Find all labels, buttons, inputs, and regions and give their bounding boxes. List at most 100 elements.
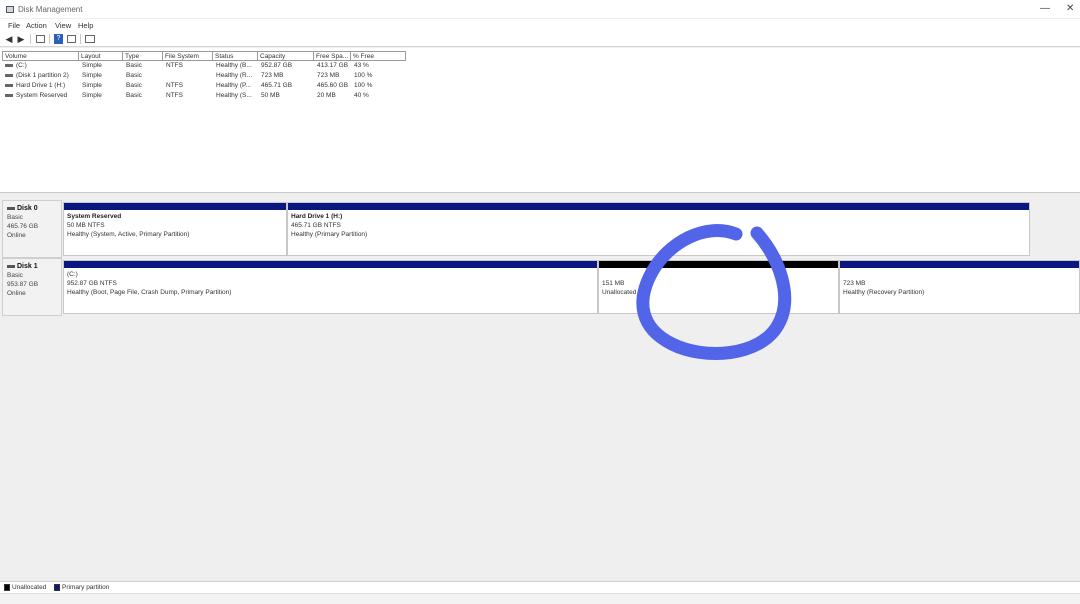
disk-row-disk-0: Disk 0 Basic 465.76 GB Online System Res… [2, 200, 1032, 258]
menu-help[interactable]: Help [78, 21, 93, 30]
properties-icon[interactable] [67, 35, 76, 43]
partition-color-bar [64, 261, 597, 268]
volume-cell: (Disk 1 partition 2) [2, 71, 79, 81]
table-row[interactable]: System Reserved Simple Basic NTFS Health… [2, 91, 406, 101]
partition-status: Healthy (System, Active, Primary Partiti… [67, 231, 190, 238]
table-row[interactable]: (Disk 1 partition 2) Simple Basic Health… [2, 71, 406, 81]
partition-details: 151 MB Unallocated [602, 279, 836, 297]
partition-recovery[interactable]: 723 MB Healthy (Recovery Partition) [839, 260, 1080, 314]
partition-status: Unallocated [602, 289, 637, 296]
volume-cell: Hard Drive 1 (H:) [2, 81, 79, 91]
partition-name: (C:) [67, 271, 78, 278]
partition-details: 723 MB Healthy (Recovery Partition) [843, 279, 1077, 297]
help-icon[interactable]: ? [54, 34, 63, 44]
partition-size: 151 MB [602, 280, 625, 287]
partition-details: Hard Drive 1 (H:) 465.71 GB NTFS Healthy… [291, 212, 1027, 239]
disk-label: Disk 0 [7, 204, 57, 213]
disk-type: Basic [7, 214, 23, 221]
volume-icon [5, 73, 13, 77]
title-bar: Disk Management — ✕ [0, 0, 1080, 19]
disk-type: Basic [7, 272, 23, 279]
volume-icon [5, 93, 13, 97]
partition-hard-drive-1[interactable]: Hard Drive 1 (H:) 465.71 GB NTFS Healthy… [287, 202, 1030, 256]
partition-size: 952.87 GB NTFS [67, 280, 117, 287]
disk-management-window: Disk Management — ✕ File Action View Hel… [0, 0, 1080, 604]
volume-icon [5, 83, 13, 87]
status-cell: Healthy (R... [216, 72, 253, 79]
layout-cell: Simple [82, 72, 102, 79]
file-system-cell: NTFS [166, 62, 183, 69]
layout-cell: Simple [82, 62, 102, 69]
table-row[interactable]: (C:) Simple Basic NTFS Healthy (B... 952… [2, 61, 406, 71]
partition-status: Healthy (Recovery Partition) [843, 289, 925, 296]
percent-free-cell: 100 % [354, 72, 373, 79]
file-system-cell: NTFS [166, 92, 183, 99]
disk-icon [7, 206, 15, 210]
column-volume[interactable]: Volume [2, 51, 79, 61]
percent-free-cell: 40 % [354, 92, 369, 99]
disk-info-disk-0[interactable]: Disk 0 Basic 465.76 GB Online [2, 200, 62, 258]
column-file-system[interactable]: File System [163, 51, 213, 61]
column-free-space[interactable]: Free Spa... [314, 51, 351, 61]
toolbar-separator [80, 34, 81, 44]
volume-cell: (C:) [2, 61, 79, 71]
menu-action[interactable]: Action [26, 21, 47, 30]
disk-size: 953.87 GB [7, 281, 39, 288]
disk-info-disk-1[interactable]: Disk 1 Basic 953.87 GB Online [2, 258, 62, 316]
partition-status: Healthy (Primary Partition) [291, 231, 368, 238]
partition-name: Hard Drive 1 (H:) [291, 213, 343, 220]
partition-color-bar [599, 261, 838, 268]
partition-unallocated[interactable]: 151 MB Unallocated [598, 260, 839, 314]
table-row[interactable]: Hard Drive 1 (H:) Simple Basic NTFS Heal… [2, 81, 406, 91]
disk-graphical-view: Disk 0 Basic 465.76 GB Online System Res… [0, 193, 1080, 581]
layout-cell: Simple [82, 92, 102, 99]
forward-arrow-icon[interactable]: ▶ [16, 34, 26, 44]
column-status[interactable]: Status [213, 51, 258, 61]
partition-color-bar [288, 203, 1029, 210]
console-icon[interactable] [85, 35, 95, 43]
capacity-cell: 50 MB [261, 92, 280, 99]
window-title: Disk Management [18, 5, 83, 14]
partition-size: 50 MB NTFS [67, 222, 105, 229]
file-system-cell [163, 71, 213, 81]
toolbar-separator [49, 34, 50, 44]
partition-details: (C:) 952.87 GB NTFS Healthy (Boot, Page … [67, 270, 595, 297]
status-cell: Healthy (B... [216, 62, 252, 69]
volume-list-header: Volume Layout Type File System Status Ca… [2, 51, 406, 61]
column-type[interactable]: Type [123, 51, 163, 61]
volume-icon [5, 63, 13, 67]
status-cell: Healthy (S... [216, 92, 252, 99]
menu-view[interactable]: View [55, 21, 71, 30]
disk-status: Online [7, 232, 26, 239]
disk-row-disk-1: Disk 1 Basic 953.87 GB Online (C:) 952.8… [2, 258, 1080, 316]
volume-cell: System Reserved [2, 91, 79, 101]
status-bar [0, 593, 1080, 604]
partition-color-bar [64, 203, 286, 210]
legend-unallocated: Unallocated [4, 584, 46, 592]
legend: Unallocated Primary partition [0, 581, 1080, 593]
properties-icon[interactable] [36, 35, 45, 43]
disk-icon [7, 264, 15, 268]
partition-c-drive[interactable]: (C:) 952.87 GB NTFS Healthy (Boot, Page … [63, 260, 598, 314]
minimize-button[interactable]: — [1040, 3, 1050, 15]
close-button[interactable]: ✕ [1066, 3, 1074, 15]
menu-file[interactable]: File [8, 21, 20, 30]
disk-status: Online [7, 290, 26, 297]
toolbar-separator [30, 34, 31, 44]
partition-name: System Reserved [67, 213, 122, 220]
legend-primary-partition: Primary partition [54, 584, 109, 592]
back-arrow-icon[interactable]: ◀ [4, 34, 14, 44]
column-capacity[interactable]: Capacity [258, 51, 314, 61]
file-system-cell: NTFS [166, 82, 183, 89]
free-space-cell: 20 MB [317, 92, 336, 99]
status-cell: Healthy (P... [216, 82, 251, 89]
disk-label: Disk 1 [7, 262, 57, 271]
column-layout[interactable]: Layout [79, 51, 123, 61]
percent-free-cell: 100 % [354, 82, 373, 89]
partition-details: System Reserved 50 MB NTFS Healthy (Syst… [67, 212, 284, 239]
type-cell: Basic [126, 82, 142, 89]
partition-system-reserved[interactable]: System Reserved 50 MB NTFS Healthy (Syst… [63, 202, 287, 256]
column-percent-free[interactable]: % Free [351, 51, 406, 61]
type-cell: Basic [126, 62, 142, 69]
volume-list: Volume Layout Type File System Status Ca… [0, 48, 1080, 193]
